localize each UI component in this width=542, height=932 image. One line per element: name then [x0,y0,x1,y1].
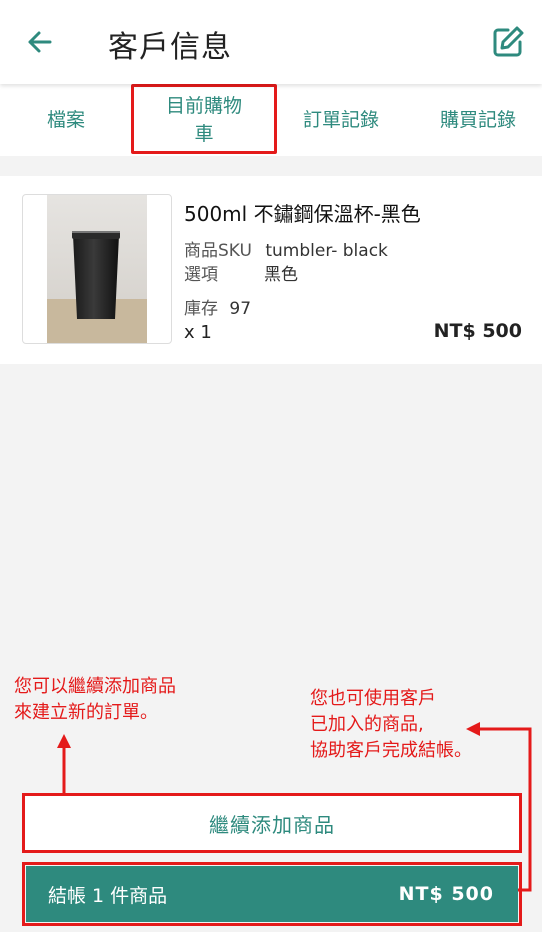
app-header: 客戶信息 [0,0,542,84]
checkout-button[interactable]: 結帳 1 件商品 NT$ 500 [26,866,518,922]
arrow-head-left [57,734,71,748]
checkout-price: NT$ 500 [398,883,494,905]
arrow-left-icon[interactable] [24,26,56,58]
continue-adding-button[interactable]: 繼續添加商品 [22,793,522,853]
edit-icon[interactable] [490,24,526,60]
arrow-head-right [466,722,480,736]
checkout-label: 結帳 1 件商品 [48,884,168,907]
page-title: 客戶信息 [108,30,232,65]
